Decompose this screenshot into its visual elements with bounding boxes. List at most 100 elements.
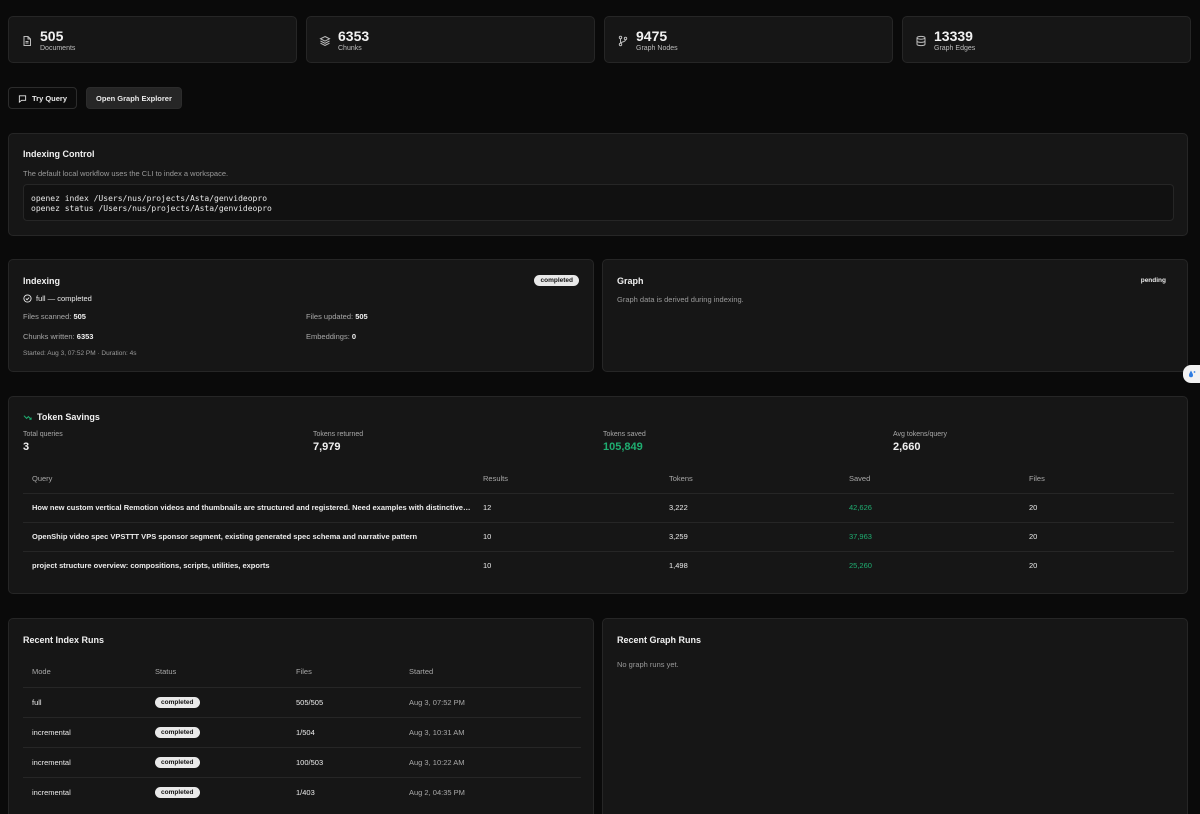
- embeddings-value: 0: [351, 332, 357, 341]
- token-savings-title: Token Savings: [37, 412, 100, 422]
- cli-command-box: openez index /Users/nus/projects/Asta/ge…: [23, 184, 1174, 221]
- trending-down-icon: [23, 414, 32, 420]
- indexing-control-card: Indexing Control The default local workf…: [8, 133, 1188, 236]
- mode-cell: incremental: [23, 776, 155, 807]
- tokens-cell: 1,498: [669, 550, 849, 580]
- metric-total-queries: Total queries 3: [23, 431, 63, 453]
- status-badge: completed: [155, 696, 200, 708]
- table-header-row: Query Results Tokens Saved Files: [23, 465, 1174, 493]
- metric-value: 7,979: [313, 441, 341, 453]
- token-savings-header: Token Savings: [23, 412, 100, 422]
- files-cell: 1/403: [296, 776, 409, 807]
- stat-card-documents: 505 Documents: [8, 16, 297, 63]
- started-cell: Aug 3, 07:52 PM: [409, 686, 581, 717]
- layers-icon: [319, 35, 331, 47]
- metric-label: Total queries: [23, 431, 63, 438]
- recent-graph-runs-title: Recent Graph Runs: [617, 635, 702, 645]
- try-query-button[interactable]: Try Query: [8, 87, 78, 109]
- files-cell: 505/505: [296, 686, 409, 717]
- files-scanned: Files scanned: 505: [23, 312, 86, 321]
- indexing-mode-status: full — completed: [23, 294, 92, 303]
- metric-tokens-saved: Tokens saved 105,849: [603, 431, 646, 453]
- files-cell: 100/503: [296, 746, 409, 777]
- mode-cell: incremental: [23, 746, 155, 777]
- files-cell: 1/504: [296, 716, 409, 747]
- status-badge: completed: [534, 275, 579, 286]
- floating-assistant-tab[interactable]: [1183, 365, 1200, 383]
- started-cell: Aug 2, 04:35 PM: [409, 776, 581, 807]
- stat-label: Graph Nodes: [636, 45, 678, 52]
- table-header-row: Mode Status Files Started: [23, 657, 581, 687]
- stat-card-graph-edges: 13339 Graph Edges: [902, 16, 1191, 63]
- database-icon: [916, 35, 926, 47]
- table-row[interactable]: incremental completed 100/503 Aug 3, 10:…: [23, 746, 581, 777]
- stat-value: 6353: [338, 28, 370, 44]
- column-header-results: Results: [483, 474, 509, 484]
- message-icon: [18, 94, 27, 103]
- status-badge: completed: [155, 756, 200, 768]
- metric-label: Tokens saved: [603, 431, 646, 438]
- indexing-mode-label: full — completed: [36, 294, 92, 303]
- check-circle-icon: [23, 294, 32, 303]
- files-cell: 20: [1029, 492, 1174, 522]
- files-scanned-label: Files scanned:: [23, 312, 72, 321]
- status-badge: completed: [155, 726, 200, 738]
- files-updated-value: 505: [355, 312, 368, 321]
- graph-description: Graph data is derived during indexing.: [617, 295, 744, 304]
- metric-label: Avg tokens/query: [893, 431, 947, 438]
- files-scanned-value: 505: [73, 312, 86, 321]
- saved-cell: 25,260: [849, 550, 1029, 580]
- open-graph-explorer-label: Open Graph Explorer: [96, 93, 172, 103]
- stat-value: 505: [40, 28, 64, 44]
- saved-cell: 42,626: [849, 492, 1029, 522]
- indexing-control-description: The default local workflow uses the CLI …: [23, 169, 229, 178]
- graph-card: Graph pending Graph data is derived duri…: [602, 259, 1188, 372]
- column-header-saved: Saved: [849, 474, 871, 484]
- table-row[interactable]: incremental completed 1/403 Aug 2, 04:35…: [23, 776, 581, 807]
- query-cell: How new custom vertical Remotion videos …: [23, 492, 483, 522]
- recent-index-runs-card: Recent Index Runs Mode Status Files Star…: [8, 618, 594, 814]
- stat-label: Documents: [40, 45, 76, 52]
- metric-avg-tokens: Avg tokens/query 2,660: [893, 431, 947, 453]
- stat-label: Chunks: [338, 45, 362, 52]
- stats-row: 505 Documents 6353 Chunks 9475 Graph Nod…: [8, 16, 1191, 63]
- table-row[interactable]: How new custom vertical Remotion videos …: [23, 492, 1174, 522]
- table-row[interactable]: full completed 505/505 Aug 3, 07:52 PM: [23, 686, 581, 717]
- indexing-title: Indexing: [23, 276, 61, 286]
- stat-card-graph-nodes: 9475 Graph Nodes: [604, 16, 893, 63]
- stat-label: Graph Edges: [934, 45, 976, 52]
- status-command: openez status /Users/nus/projects/Asta/g…: [31, 204, 272, 213]
- table-row[interactable]: OpenShip video spec VPSTTT VPS sponsor s…: [23, 521, 1174, 551]
- token-savings-table: Query Results Tokens Saved Files How new…: [23, 465, 1174, 580]
- query-cell: OpenShip video spec VPSTTT VPS sponsor s…: [23, 521, 483, 551]
- metric-value: 3: [23, 441, 30, 453]
- index-runs-table: Mode Status Files Started full completed…: [23, 657, 581, 807]
- stat-card-chunks: 6353 Chunks: [306, 16, 595, 63]
- open-graph-explorer-button[interactable]: Open Graph Explorer: [86, 87, 182, 109]
- git-branch-icon: [618, 35, 628, 47]
- tokens-cell: 3,222: [669, 492, 849, 522]
- started-cell: Aug 3, 10:31 AM: [409, 716, 581, 747]
- column-header-query: Query: [32, 474, 53, 484]
- document-icon: [23, 36, 31, 46]
- files-updated: Files updated: 505: [306, 312, 368, 321]
- column-header-files: Files: [1029, 474, 1045, 484]
- saved-cell: 37,963: [849, 521, 1029, 551]
- droplet-icon: [1188, 370, 1195, 378]
- stat-value: 9475: [636, 28, 668, 44]
- indexing-control-title: Indexing Control: [23, 149, 95, 159]
- column-header-started: Started: [409, 667, 434, 677]
- table-row[interactable]: incremental completed 1/504 Aug 3, 10:31…: [23, 716, 581, 747]
- mode-cell: incremental: [23, 716, 155, 747]
- try-query-label: Try Query: [32, 93, 68, 103]
- files-cell: 20: [1029, 521, 1174, 551]
- chunks-written-label: Chunks written:: [23, 332, 75, 341]
- chunks-written: Chunks written: 6353: [23, 332, 93, 341]
- query-cell: project structure overview: compositions…: [23, 550, 483, 580]
- metric-tokens-returned: Tokens returned 7,979: [313, 431, 363, 453]
- table-row[interactable]: project structure overview: compositions…: [23, 550, 1174, 580]
- results-cell: 10: [483, 550, 669, 580]
- status-cell: completed: [155, 686, 296, 717]
- stat-value: 13339: [934, 28, 973, 44]
- results-cell: 10: [483, 521, 669, 551]
